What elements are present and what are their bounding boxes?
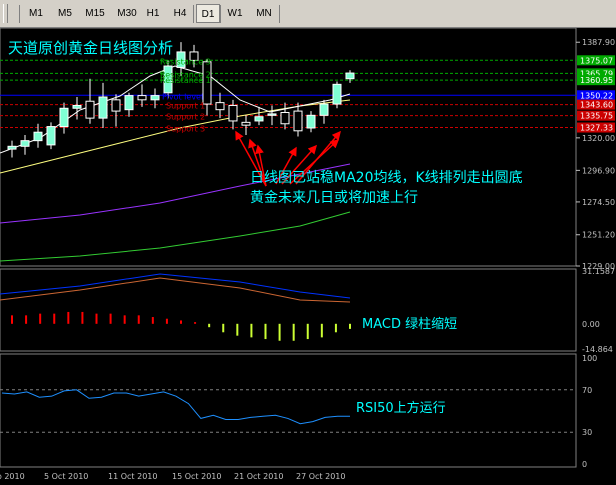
candle-body (332, 83, 342, 105)
x-tick-label: 21 Oct 2010 (234, 472, 283, 481)
timeframe-toolbar: M1 M5 M15 M30 H1 H4 D1 W1 MN (0, 0, 616, 28)
chart-canvas[interactable]: Resistance 3Resistance 2Resistance 1Pivo… (0, 28, 616, 485)
annotation-main-line2: 黄金未来几日或将加速上行 (250, 189, 418, 206)
toolbar-grip[interactable] (3, 4, 8, 23)
macd-tick-label: 0.00 (582, 320, 600, 329)
candle-body (150, 95, 160, 101)
annotation-rsi: RSI50上方运行 (356, 400, 446, 416)
candle-body (254, 116, 264, 122)
level-label: Support 1 (166, 102, 205, 111)
level-label: Support 2 (166, 113, 205, 122)
annotation-macd: MACD 绿柱缩短 (362, 316, 457, 332)
candle-body (20, 140, 30, 147)
x-tick-label: 15 Oct 2010 (172, 472, 221, 481)
timeframe-button-d1[interactable]: D1 (196, 4, 220, 23)
timeframe-button-m30[interactable]: M30 (112, 4, 142, 23)
price-badge-label: 1360.95 (580, 76, 613, 85)
candle-body (46, 126, 56, 146)
candle-body (319, 103, 329, 116)
macd-line (0, 277, 351, 303)
price-badge-label: 1375.07 (580, 56, 613, 65)
candle-body (59, 107, 69, 128)
candle-body (111, 99, 121, 112)
rsi-pane-frame (0, 353, 577, 468)
timeframe-button-m15[interactable]: M15 (80, 4, 110, 23)
candle-body (137, 95, 147, 101)
rsi-line (1, 389, 350, 425)
price-pane: Resistance 3Resistance 2Resistance 1Pivo… (0, 28, 615, 271)
rsi-pane: 100 70 30 0 RSI50上方运行 29 Sep 2010 5 Oct 2010 11… (0, 353, 597, 481)
macd-tick-label: -14.864 (582, 345, 613, 354)
price-badge-label: 1343.60 (580, 101, 613, 110)
candle-body (345, 72, 355, 80)
candle-body (280, 111, 290, 125)
toolbar-separator (220, 5, 221, 23)
price-pane-frame (0, 28, 577, 267)
timeframe-button-h1[interactable]: H1 (141, 4, 165, 23)
x-tick-label: 11 Oct 2010 (108, 472, 157, 481)
level-label: Pivot level (162, 92, 203, 101)
price-tick-label: 1320.00 (582, 134, 615, 143)
candle-body (267, 113, 277, 116)
price-badge-label: 1350.22 (580, 91, 613, 100)
macd-pane-frame (0, 268, 577, 352)
price-tick-label: 1387.90 (582, 38, 615, 47)
candle-body (228, 104, 238, 122)
rsi-tick-label: 70 (582, 386, 592, 395)
toolbar-separator (19, 5, 20, 23)
timeframe-button-h4[interactable]: H4 (168, 4, 192, 23)
candle-body (215, 102, 225, 111)
level-label: Support 3 (166, 125, 205, 134)
rsi-tick-label: 30 (582, 428, 592, 437)
price-badge-label: 1335.75 (580, 112, 613, 121)
candle-body (124, 95, 134, 111)
candle-body (98, 96, 108, 119)
ma-green-line (0, 211, 351, 262)
toolbar-separator (279, 5, 280, 23)
timeframe-button-m5[interactable]: M5 (52, 4, 78, 23)
timeframe-button-w1[interactable]: W1 (222, 4, 248, 23)
toolbar-separator (193, 5, 194, 23)
x-tick-label: 5 Oct 2010 (44, 472, 88, 481)
annotation-title: 天道原创黄金日线图分析 (8, 39, 173, 57)
rsi-tick-label: 0 (582, 460, 587, 469)
annotation-main-line1: 日线图已站稳MA20均线，K线排列走出圆底 (250, 170, 523, 186)
price-tick-label: 1274.50 (582, 198, 615, 207)
macd-signal-line (0, 273, 351, 299)
macd-pane: 31.1587 0.00 -14.864 MACD 绿柱缩短 (0, 267, 615, 354)
candle-body (33, 131, 43, 142)
x-tick-label: 29 Sep 2010 (0, 472, 25, 481)
price-badge-label: 1327.33 (580, 124, 613, 133)
price-tick-label: 1251.20 (582, 231, 615, 240)
level-label: Resistance 3 (160, 57, 211, 66)
price-tick-label: 1296.90 (582, 166, 615, 175)
candle-body (293, 110, 303, 132)
timeframe-button-m1[interactable]: M1 (22, 4, 50, 23)
candle-body (7, 145, 17, 150)
macd-tick-label: 31.1587 (582, 267, 615, 276)
candle-body (241, 121, 251, 126)
candle-body (85, 100, 95, 119)
level-label: Resistance 1 (160, 76, 211, 85)
timeframe-button-mn[interactable]: MN (251, 4, 277, 23)
candle-body (72, 104, 82, 109)
x-tick-label: 27 Oct 2010 (296, 472, 345, 481)
candle-body (306, 114, 316, 129)
rsi-tick-label: 100 (582, 354, 597, 363)
